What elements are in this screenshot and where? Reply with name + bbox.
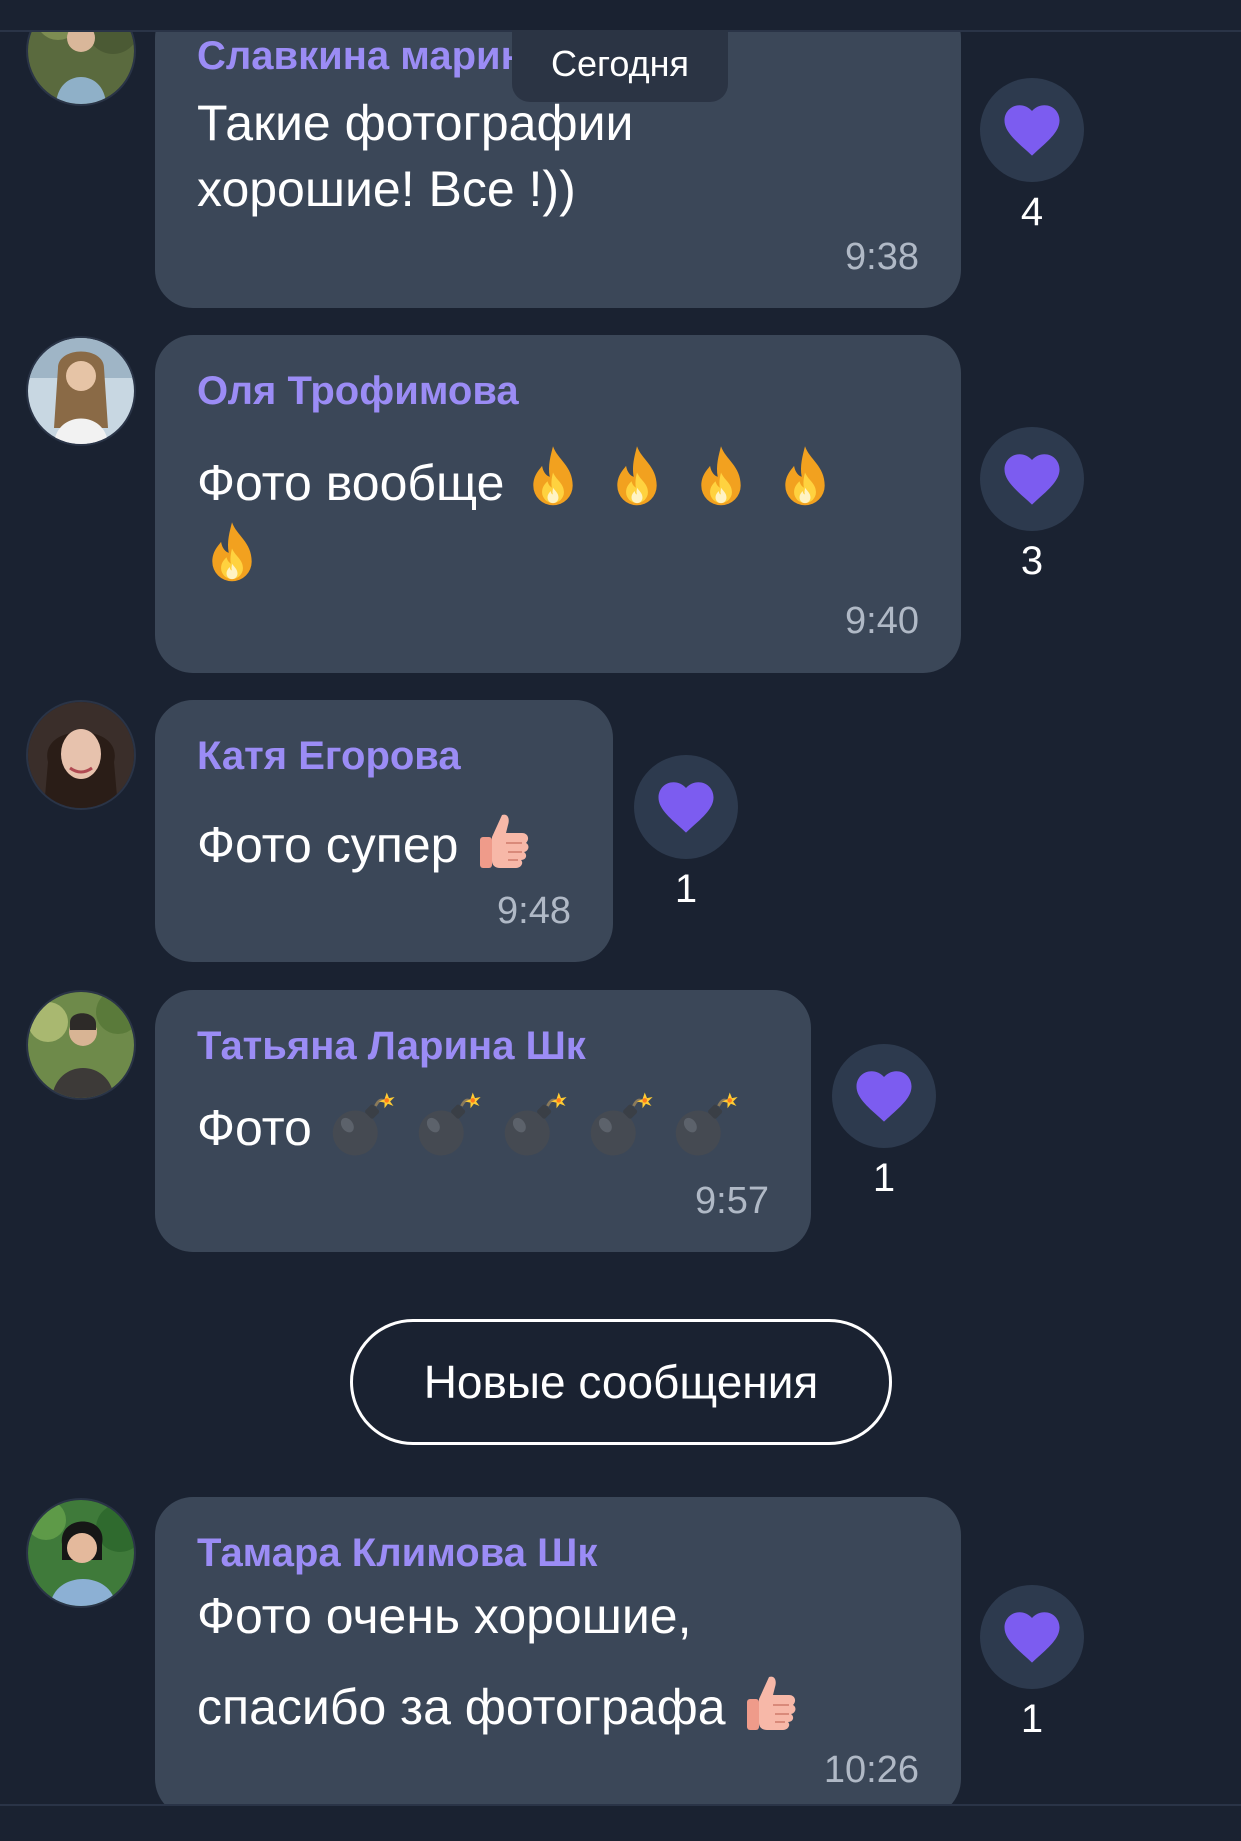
new-messages-button[interactable]: Новые сообщения xyxy=(350,1319,892,1445)
message-text: Фото очень хорошие, xyxy=(197,1588,692,1644)
message-text-content: Фото супер xyxy=(197,817,459,874)
bottom-bar xyxy=(0,1804,1241,1841)
message-text-content: Фото xyxy=(197,1100,312,1157)
bomb-emoji xyxy=(326,1088,398,1176)
reaction-count: 1 xyxy=(1020,1697,1044,1741)
avatar[interactable] xyxy=(28,1500,134,1606)
thumbs-up-emoji xyxy=(739,1671,803,1751)
top-app-bar xyxy=(0,0,1241,32)
reaction-count: 4 xyxy=(1020,190,1044,234)
reaction-count: 1 xyxy=(674,867,698,911)
message-time: 10:26 xyxy=(823,1749,919,1791)
bomb-emoji xyxy=(498,1088,570,1176)
message-time: 9:38 xyxy=(845,236,919,278)
message-sender[interactable]: Катя Егорова xyxy=(197,734,461,779)
fire-emoji xyxy=(686,444,756,530)
fire-emoji xyxy=(770,444,840,530)
heart-icon xyxy=(999,1604,1065,1670)
message-sender[interactable]: Татьяна Ларина Шк xyxy=(197,1024,586,1069)
thumbs-up-emoji xyxy=(472,809,536,889)
message-sender[interactable]: Славкина марина xyxy=(197,34,547,79)
message-time: 9:48 xyxy=(497,890,571,932)
reaction-button[interactable] xyxy=(980,427,1084,531)
bomb-emoji xyxy=(669,1088,741,1176)
reaction-count: 3 xyxy=(1020,539,1044,583)
message-text: Фото супер xyxy=(197,809,536,889)
reaction-button[interactable] xyxy=(634,755,738,859)
avatar[interactable] xyxy=(28,702,134,808)
avatar[interactable] xyxy=(28,992,134,1098)
heart-icon xyxy=(851,1063,917,1129)
message-text: Фото вообще xyxy=(197,444,840,530)
message-time: 9:57 xyxy=(695,1180,769,1222)
reaction-count: 1 xyxy=(872,1156,896,1200)
message-bubble[interactable]: Тамара Климова Шк Фото очень хорошие, сп… xyxy=(155,1497,961,1817)
heart-icon xyxy=(653,774,719,840)
message-text xyxy=(197,520,267,606)
date-divider: Сегодня xyxy=(512,30,728,102)
bomb-emoji xyxy=(584,1088,656,1176)
reaction-button[interactable] xyxy=(980,78,1084,182)
fire-emoji xyxy=(602,444,672,530)
avatar[interactable] xyxy=(28,338,134,444)
message-sender[interactable]: Тамара Климова Шк xyxy=(197,1531,597,1576)
message-bubble[interactable]: Катя Егорова Фото супер 9:48 xyxy=(155,700,613,962)
reaction-button[interactable] xyxy=(980,1585,1084,1689)
heart-icon xyxy=(999,97,1065,163)
reaction-button[interactable] xyxy=(832,1044,936,1148)
message-bubble[interactable]: Оля Трофимова Фото вообще 9:40 xyxy=(155,335,961,673)
message-time: 9:40 xyxy=(845,600,919,642)
message-text: Фото xyxy=(197,1088,741,1176)
bomb-emoji xyxy=(412,1088,484,1176)
message-bubble[interactable]: Татьяна Ларина Шк Фото 9:57 xyxy=(155,990,811,1252)
message-sender[interactable]: Оля Трофимова xyxy=(197,369,519,414)
message-text-content: спасибо за фотографа xyxy=(197,1679,726,1736)
fire-emoji xyxy=(197,520,267,606)
message-text: спасибо за фотографа xyxy=(197,1671,803,1751)
message-text-content: Фото вообще xyxy=(197,455,505,512)
heart-icon xyxy=(999,446,1065,512)
message-text: хорошие! Все !)) xyxy=(197,161,576,217)
fire-emoji xyxy=(518,444,588,530)
